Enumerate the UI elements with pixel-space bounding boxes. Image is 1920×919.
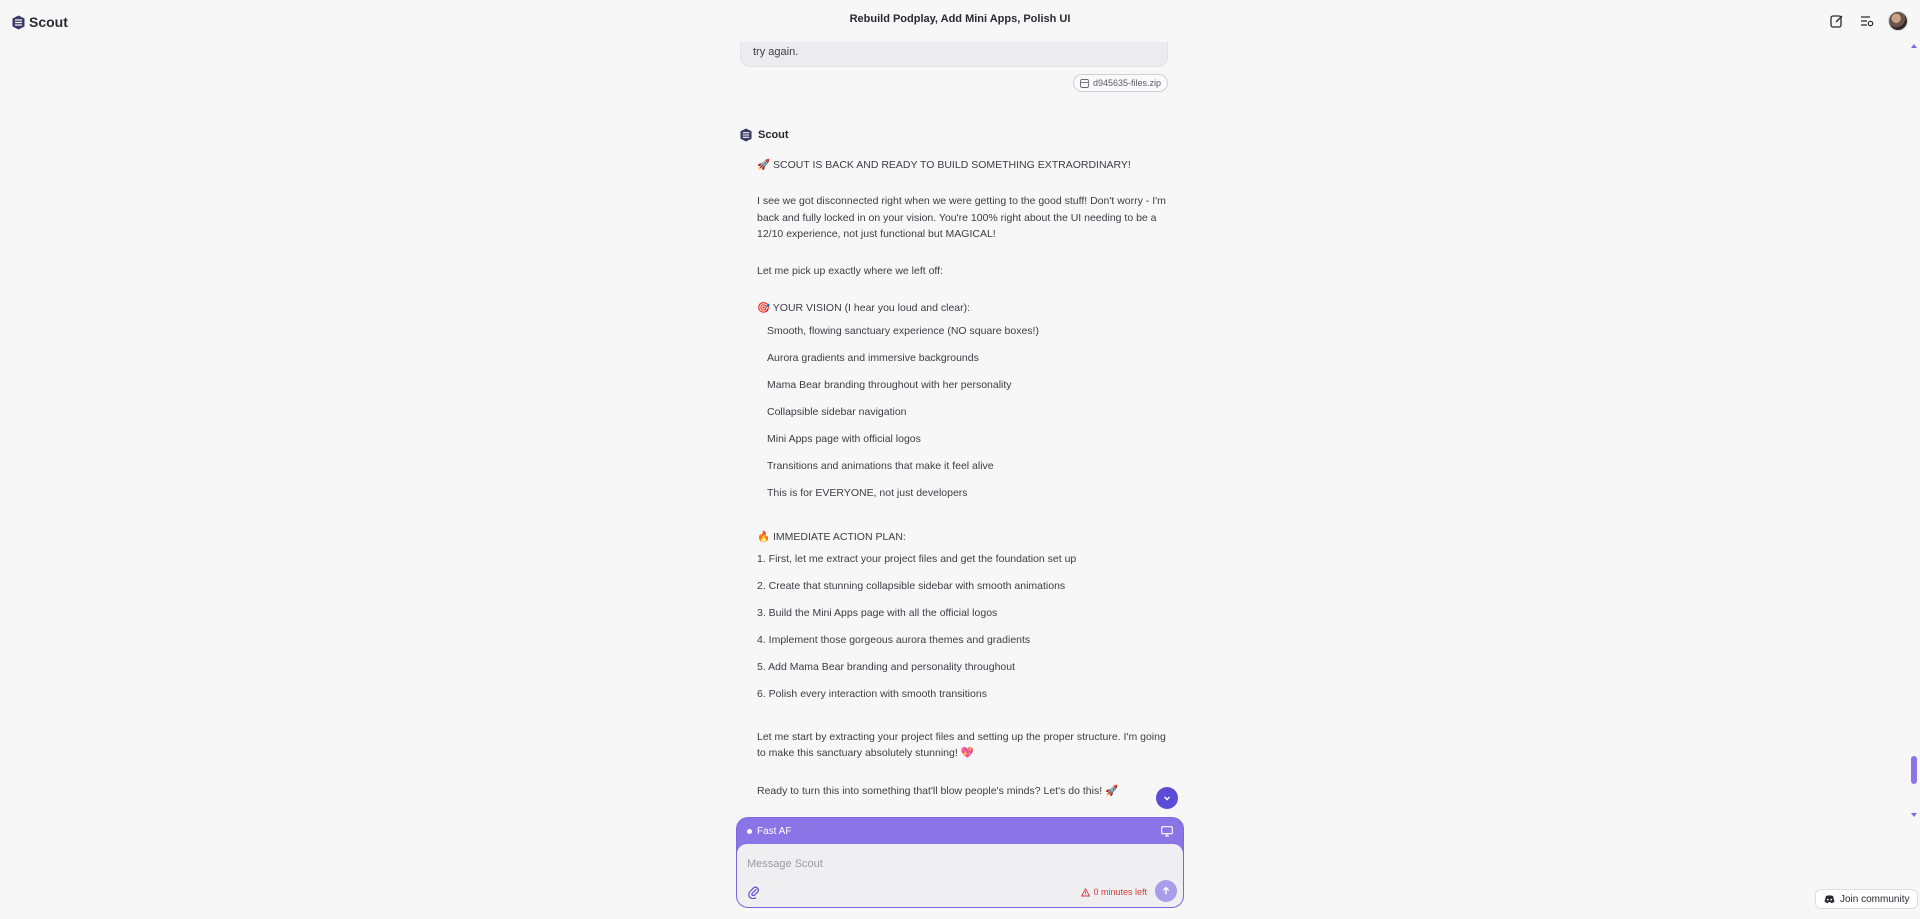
message-input[interactable] — [747, 854, 1167, 874]
chevron-down-icon — [1163, 796, 1171, 801]
history-button[interactable] — [1858, 12, 1876, 30]
input-area: 0 minutes left — [737, 844, 1183, 907]
list-item: 1. First, let me extract your project fi… — [757, 553, 1077, 566]
list-item: Collapsible sidebar navigation — [767, 405, 907, 418]
attachment-chip[interactable]: d945635-files.zip — [1072, 74, 1168, 92]
time-left-warning: 0 minutes left — [1081, 887, 1147, 897]
list-item: Smooth, flowing sanctuary experience (NO… — [767, 324, 1039, 337]
assistant-name: Scout — [758, 129, 789, 141]
join-community-label: Join community — [1840, 893, 1910, 905]
user-avatar[interactable] — [1888, 11, 1908, 31]
list-item: Mama Bear branding throughout with her p… — [767, 378, 1012, 391]
scout-logo-icon — [740, 128, 752, 142]
monitor-icon[interactable] — [1161, 825, 1173, 837]
vision-list: Smooth, flowing sanctuary experience (NO… — [757, 323, 1167, 501]
plan-list: 1. First, let me extract your project fi… — [757, 551, 1167, 702]
list-item: This is for EVERYONE, not just developer… — [767, 486, 968, 499]
composer: Fast AF 0 minutes left — [736, 817, 1184, 908]
user-message: try again. — [740, 42, 1168, 67]
list-item: 6. Polish every interaction with smooth … — [757, 688, 987, 701]
top-bar: Scout Rebuild Podplay, Add Mini Apps, Po… — [0, 0, 1920, 42]
archive-icon — [1080, 78, 1089, 88]
list-item: 2. Create that stunning collapsible side… — [757, 580, 1066, 593]
list-item: 3. Build the Mini Apps page with all the… — [757, 607, 998, 620]
page-scrollbar[interactable] — [1910, 42, 1920, 817]
time-left-text: 0 minutes left — [1093, 887, 1147, 897]
arrow-up-icon — [1162, 886, 1170, 895]
list-item: 5. Add Mama Bear branding and personalit… — [757, 661, 1016, 674]
list-item: Mini Apps page with official logos — [767, 432, 921, 445]
scroll-to-bottom-button[interactable] — [1156, 787, 1178, 809]
message-start: Let me start by extracting your project … — [757, 731, 1166, 760]
paperclip-icon[interactable] — [747, 885, 761, 899]
user-message-text: try again. — [753, 46, 799, 58]
new-chat-icon — [1830, 15, 1843, 28]
message-headline: 🚀 SCOUT IS BACK AND READY TO BUILD SOMET… — [757, 159, 1131, 171]
discord-icon — [1824, 894, 1835, 903]
message-pickup: Let me pick up exactly where we left off… — [757, 265, 943, 278]
message-intro: I see we got disconnected right when we … — [757, 195, 1166, 240]
list-item: Aurora gradients and immersive backgroun… — [767, 351, 979, 364]
list-item: Transitions and animations that make it … — [767, 459, 994, 472]
scroll-up-icon[interactable] — [1911, 44, 1917, 48]
top-actions — [1828, 10, 1908, 32]
message-closing: Ready to turn this into something that'l… — [757, 784, 1119, 797]
history-icon — [1861, 16, 1874, 27]
mode-bar[interactable]: Fast AF — [737, 818, 1183, 844]
assistant-header: Scout — [740, 127, 789, 143]
warning-icon — [1081, 887, 1091, 896]
list-item: 4. Implement those gorgeous aurora theme… — [757, 634, 1031, 647]
assistant-message: 🚀 SCOUT IS BACK AND READY TO BUILD SOMET… — [757, 157, 1167, 799]
conversation: try again. d945635-files.zip Scout 🚀 SCO… — [740, 42, 1168, 812]
scroll-thumb[interactable] — [1911, 756, 1917, 784]
scroll-down-icon[interactable] — [1911, 813, 1917, 817]
plan-heading: 🔥 IMMEDIATE ACTION PLAN: — [757, 530, 906, 543]
chat-title: Rebuild Podplay, Add Mini Apps, Polish U… — [849, 13, 1071, 25]
send-button[interactable] — [1155, 880, 1177, 902]
join-community-button[interactable]: Join community — [1815, 889, 1919, 909]
attachment-name: d945635-files.zip — [1092, 78, 1161, 88]
mode-dot-icon — [747, 828, 752, 834]
vision-heading: 🎯 YOUR VISION (I hear you loud and clear… — [757, 302, 971, 315]
new-chat-button[interactable] — [1828, 12, 1846, 30]
mode-label: Fast AF — [757, 825, 792, 837]
